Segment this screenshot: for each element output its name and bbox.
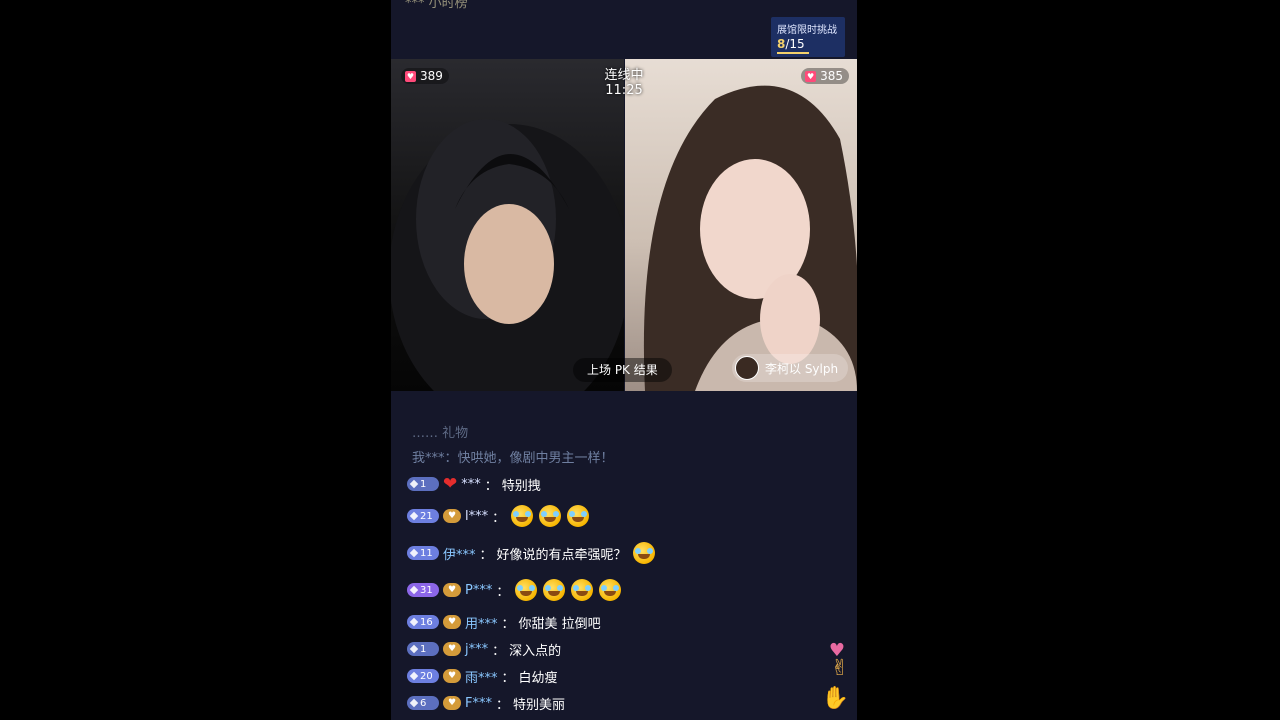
anchor-name: 李柯以 Sylph: [765, 361, 839, 376]
chat-text: 深入点的: [509, 643, 562, 659]
list-item: 31 ♥ P***：: [407, 578, 622, 602]
pk-result-button[interactable]: 上场 PK 结果: [573, 358, 672, 382]
chat-user[interactable]: 雨***: [465, 667, 498, 686]
list-item: 20 ♥ 雨***： 白幼瘦: [407, 664, 558, 688]
challenge-title: 展馆限时挑战: [777, 25, 837, 36]
fan-badge-icon: ♥: [443, 615, 461, 629]
chat-user[interactable]: P***: [465, 583, 492, 598]
left-score: ♥ 389: [401, 68, 449, 84]
list-item: 16 ♥ 用***： 你甜美 拉倒吧: [407, 610, 601, 634]
hour-rank-label[interactable]: *** 小时榜: [405, 0, 468, 11]
chat-text: 白幼瘦: [518, 670, 558, 686]
level-badge: 6: [407, 696, 439, 710]
chat-text: 特别拽: [501, 478, 541, 494]
right-streamer-silhouette: [643, 85, 857, 391]
gem-icon: [409, 479, 419, 489]
right-score: ♥ 385: [801, 68, 849, 84]
gem-icon: [409, 511, 419, 521]
list-item: 1 ❤ ***： 特别拽: [407, 472, 541, 496]
challenge-total: /15: [785, 37, 805, 51]
avatar: [735, 356, 759, 380]
heart-icon: ♥: [805, 70, 817, 82]
chat-user[interactable]: 用***: [465, 613, 498, 632]
heart-icon: ♥: [405, 70, 416, 82]
chat-user[interactable]: F***: [465, 696, 492, 711]
level-badge: 21: [407, 509, 439, 523]
challenge-progress-bar: [777, 52, 809, 54]
level-badge: 1: [407, 642, 439, 656]
live-room: *** 小时榜 展馆限时挑战 8/15 ♥ 389 ♥ 385 连线中 11:2…: [391, 0, 857, 720]
gem-icon: [409, 548, 419, 558]
pk-timer: 连线中 11:25: [604, 68, 644, 98]
chat-text: 特别美丽: [513, 697, 566, 713]
hand-icon: ✋: [821, 686, 849, 711]
chat-user[interactable]: l***: [465, 509, 488, 524]
laugh-emoji-icon: [632, 542, 655, 564]
challenge-progress: 8/15: [777, 37, 805, 51]
laugh-emoji-icon: [511, 505, 534, 527]
fan-badge-icon: ♥: [443, 669, 461, 683]
gem-icon: [409, 617, 419, 627]
level-badge: 1: [407, 477, 439, 491]
faded-chat-line: …… 礼物: [412, 426, 469, 441]
list-item: 我***：快哄她，像剧中男主一样！: [412, 444, 614, 468]
laugh-emoji-icon: [543, 579, 566, 601]
gem-icon: [409, 644, 419, 654]
list-item: 21 ♥ l***：: [407, 504, 590, 528]
chat-text: 我***：快哄她，像剧中男主一样！: [412, 450, 614, 466]
heart-icon: ❤: [443, 474, 458, 494]
laugh-emoji-icon: [599, 579, 622, 601]
chat-user[interactable]: 伊***: [443, 544, 476, 563]
left-score-value: 389: [420, 69, 443, 83]
fan-badge-icon: ♥: [443, 642, 461, 656]
fan-badge-icon: ♥: [443, 583, 461, 597]
level-badge: 16: [407, 615, 439, 629]
chat-user[interactable]: j***: [465, 642, 488, 657]
chat-text: 好像说的有点牵强呢？: [496, 547, 627, 563]
level-badge: 11: [407, 546, 439, 560]
list-item: 6 ♥ F***： 特别美丽: [407, 691, 565, 715]
left-stream-video[interactable]: ♥ 389: [391, 59, 624, 391]
hand-icon: ✌: [830, 656, 849, 681]
chat-user[interactable]: ***: [461, 477, 481, 492]
level-badge: 20: [407, 669, 439, 683]
laugh-emoji-icon: [539, 505, 562, 527]
list-item: 11 伊***： 好像说的有点牵强呢？: [407, 541, 655, 565]
laugh-emoji-icon: [567, 505, 590, 527]
list-item: 1 ♥ j***： 深入点的: [407, 637, 561, 661]
gem-icon: [409, 698, 419, 708]
gem-icon: [409, 585, 419, 595]
fan-badge-icon: ♥: [443, 509, 461, 523]
chat-text: 你甜美 拉倒吧: [518, 616, 601, 632]
opponent-anchor-chip[interactable]: 李柯以 Sylph: [732, 354, 848, 382]
level-badge: 31: [407, 583, 439, 597]
laugh-emoji-icon: [571, 579, 594, 601]
laugh-emoji-icon: [515, 579, 538, 601]
left-streamer-silhouette: [391, 119, 624, 391]
right-stream-video[interactable]: ♥ 385: [625, 59, 857, 391]
fan-badge-icon: ♥: [443, 696, 461, 710]
gem-icon: [409, 671, 419, 681]
gallery-challenge-card[interactable]: 展馆限时挑战 8/15: [771, 17, 845, 57]
right-score-value: 385: [820, 69, 843, 83]
